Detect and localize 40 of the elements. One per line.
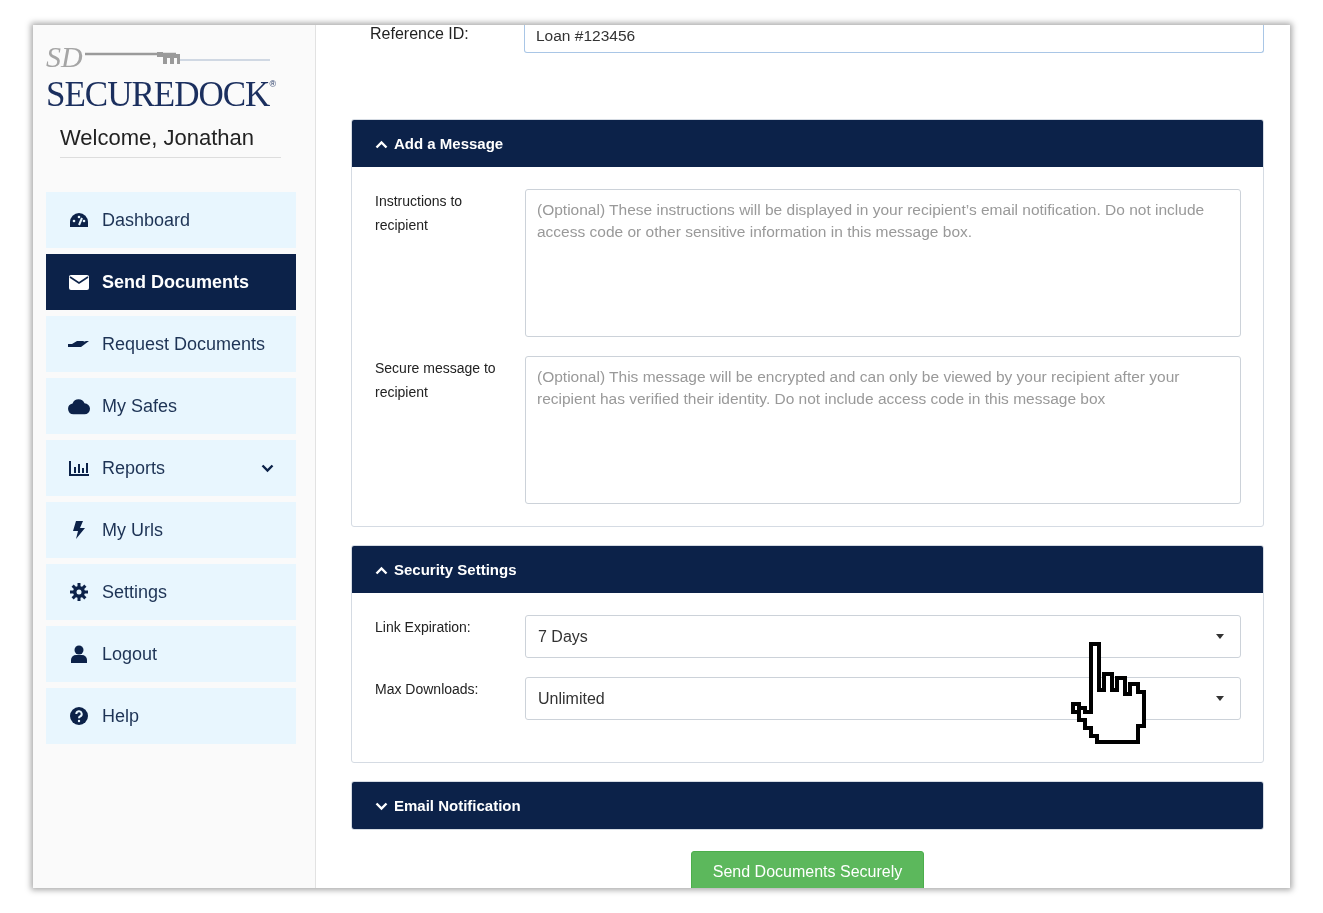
chevron-up-icon bbox=[375, 140, 388, 149]
sidebar-item[interactable]: Dashboard bbox=[46, 192, 296, 248]
field-label: Secure message to recipient bbox=[375, 359, 497, 402]
message-field[interactable]: (Optional) These instructions will be displayed in your recipient’s email notification. Do not include access code or other sensitive information in this message box. bbox=[525, 189, 1241, 337]
field-label: Link Expiration: bbox=[375, 618, 472, 637]
field-label: Max Downloads: bbox=[375, 680, 480, 699]
message-field[interactable]: (Optional) This message will be encrypted and can only be viewed by your recipient after your recipient has verified their identity. Do not include access code in this message box bbox=[525, 356, 1241, 504]
field-label: Instructions to recipient bbox=[375, 192, 464, 235]
section-header[interactable]: Email Notification bbox=[352, 782, 1263, 829]
sidebar-item[interactable]: Reports bbox=[46, 440, 296, 496]
chevron-up-icon bbox=[375, 566, 388, 575]
sidebar-item[interactable]: Send Documents bbox=[46, 254, 296, 310]
logo-monogram: SD bbox=[46, 42, 83, 72]
logo-wordmark: SECUREDOCK bbox=[46, 75, 270, 115]
sidebar-item[interactable]: Request Documents bbox=[46, 316, 296, 372]
sidebar-item[interactable]: My Safes bbox=[46, 378, 296, 434]
sidebar-item[interactable]: My Urls bbox=[46, 502, 296, 558]
hand-icon bbox=[68, 339, 90, 349]
section-header[interactable]: Security Settings bbox=[352, 546, 1263, 593]
sidebar-item[interactable]: Settings bbox=[46, 564, 296, 620]
envelope-icon bbox=[69, 274, 89, 290]
caret-icon bbox=[1216, 696, 1224, 701]
chevron-down-icon bbox=[375, 802, 388, 811]
section-header[interactable]: Add a Message bbox=[352, 120, 1263, 167]
gauge-icon bbox=[69, 212, 89, 228]
settings-icon bbox=[70, 583, 88, 601]
dropdown[interactable]: Unlimited bbox=[525, 677, 1241, 720]
help-icon bbox=[70, 707, 88, 725]
caret-icon bbox=[1216, 634, 1224, 639]
lightning-bolt-icon bbox=[73, 521, 85, 539]
bar-chart-icon bbox=[69, 460, 89, 476]
reference-id-field[interactable]: Loan #123456 bbox=[524, 25, 1264, 53]
dropdown[interactable]: 7 Days bbox=[525, 615, 1241, 658]
registered-mark: ® bbox=[269, 79, 276, 89]
sidebar-item[interactable]: Help bbox=[46, 688, 296, 744]
sidebar-item[interactable]: Logout bbox=[46, 626, 296, 682]
user-icon bbox=[71, 645, 87, 663]
cloud-icon bbox=[68, 397, 90, 415]
field-label: Reference ID: bbox=[369, 25, 470, 44]
welcome-text: Welcome, Jonathan bbox=[60, 125, 281, 158]
